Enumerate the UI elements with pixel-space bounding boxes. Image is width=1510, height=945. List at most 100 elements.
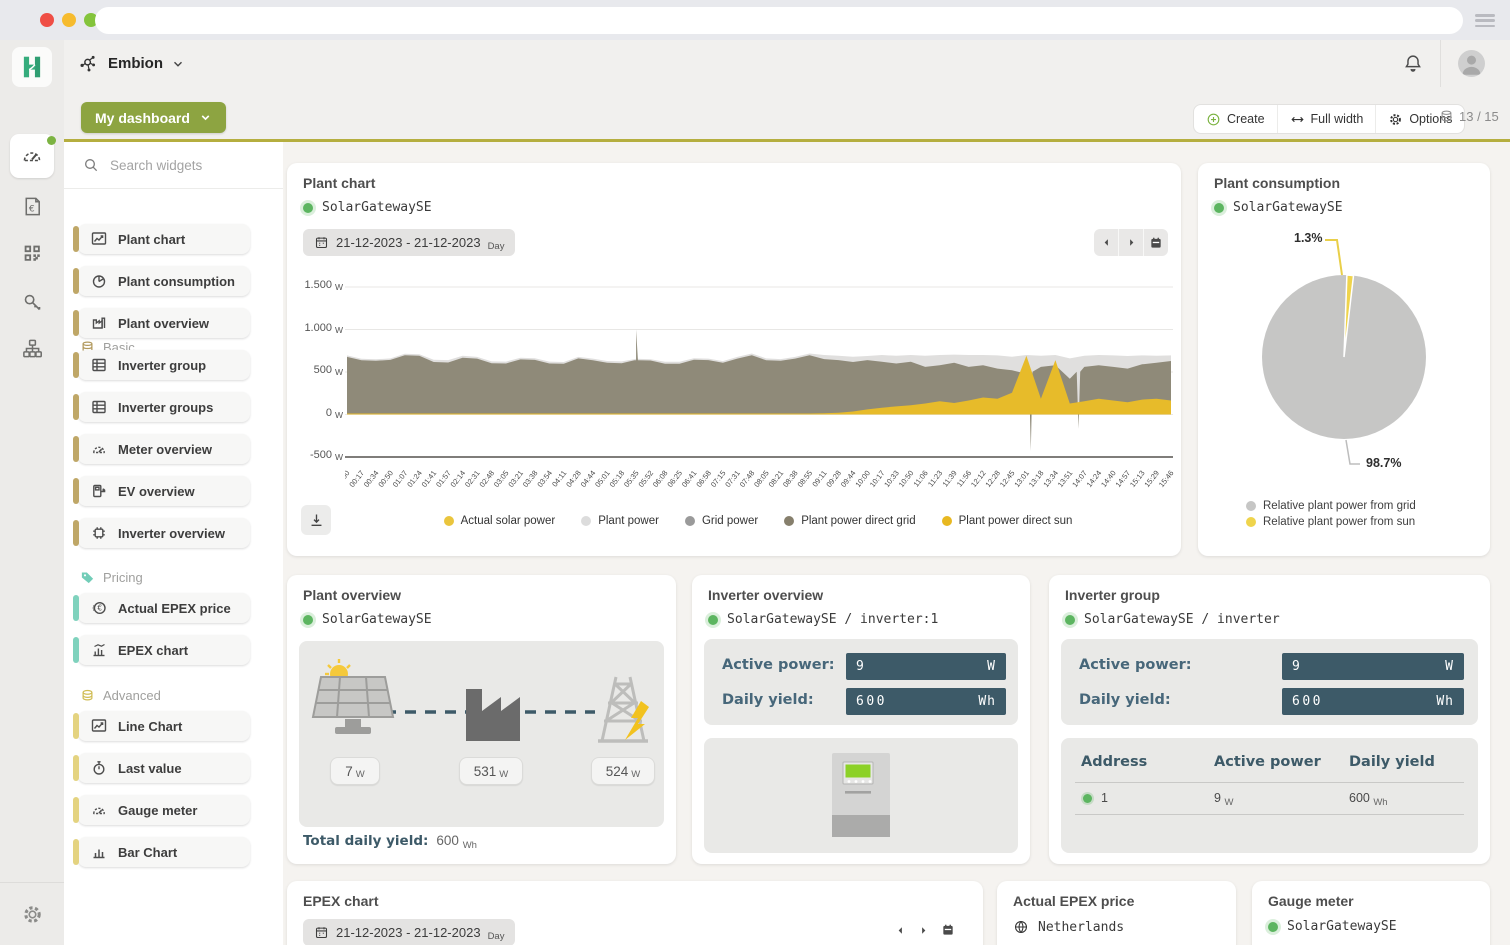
widget-title: Actual EPEX price [1013,893,1134,909]
legend-dot [942,516,952,526]
close-button[interactable] [40,13,54,27]
widget-count: 13 / 15 [1439,109,1499,124]
legend-item[interactable]: Grid power [685,515,758,527]
section-advanced: Advanced [80,688,161,703]
y-tick-label: -500W [287,449,343,461]
x-tick-label: 09:44 [839,469,858,489]
notifications-button[interactable] [1402,52,1424,74]
date-range-picker[interactable]: 21-12-2023 - 21-12-2023 Day [303,229,515,256]
today-button[interactable] [941,923,955,937]
legend-item[interactable]: Plant power [581,515,659,527]
sidebar-item-devices[interactable] [0,231,64,275]
pie-leader-grid [1346,440,1360,464]
app-logo[interactable] [12,47,52,87]
widget-title: EPEX chart [303,893,378,909]
entity-row: SolarGatewaySE [303,200,432,215]
sidebar-item-invoices[interactable]: € [0,184,64,228]
minimize-button[interactable] [62,13,76,27]
sidebar-item-settings[interactable] [0,882,64,945]
widget-plant-chart[interactable]: Plant chart SolarGatewaySE 21-12-2023 - … [287,163,1181,556]
gear-icon [21,903,44,926]
browser-url-bar[interactable] [95,7,1463,34]
widget-item-inverter-overview[interactable]: Inverter overview [78,518,250,548]
next-period-button[interactable] [1119,229,1144,256]
brand-name: Embion [108,55,163,72]
full-width-button[interactable]: Full width [1278,105,1377,133]
widget-item-line-chart[interactable]: Line Chart [78,711,250,741]
widget-item-plant-chart[interactable]: Plant chart [78,224,250,254]
widget-item-epex-chart[interactable]: EPEX chart [78,635,250,665]
org-selector[interactable]: Embion [78,40,185,87]
x-tick-label: 12:28 [983,469,1002,489]
x-tick-label: 02:48 [478,469,497,489]
widget-plant-overview[interactable]: Plant overview SolarGatewaySE [287,575,676,864]
widget-inverter-group[interactable]: Inverter group SolarGatewaySE / inverter… [1049,575,1490,864]
x-tick-label: 08:55 [796,469,815,489]
widget-item-bar-chart[interactable]: Bar Chart [78,837,250,867]
globe-icon [1013,919,1029,935]
x-tick-label: 14:24 [1085,469,1104,489]
inverter-device-icon [832,753,890,837]
today-button[interactable] [1144,229,1168,256]
bar-chart-icon [91,844,107,860]
legend-item[interactable]: Plant power direct grid [784,515,915,527]
sidebar-item-hierarchy[interactable] [0,326,64,370]
widget-item-last-value[interactable]: Last value [78,753,250,783]
sidebar-item-access-keys[interactable] [0,280,64,324]
y-tick-label: 1.000W [287,322,343,334]
widget-gauge-meter[interactable]: Gauge meter SolarGatewaySE [1252,881,1490,945]
download-button[interactable] [301,505,331,535]
person-icon [1458,50,1485,77]
header-divider [1440,40,1441,87]
y-tick-label: 500W [287,364,343,376]
widget-item-meter-overview[interactable]: Meter overview [78,434,250,464]
widget-item-actual-epex-price[interactable]: € Actual EPEX price [78,593,250,623]
x-tick-label: 03:21 [506,469,525,489]
x-tick-label: 10:00 [853,469,872,489]
widget-item-inverter-group[interactable]: Inverter group [78,350,250,380]
pie-chart-icon [91,273,107,289]
sidebar-item-dashboard[interactable] [10,134,54,178]
next-period-button[interactable] [918,925,929,936]
search-input[interactable] [108,157,262,174]
calendar-icon [314,235,329,250]
prev-period-button[interactable] [1094,229,1119,256]
widget-item-plant-consumption[interactable]: Plant consumption [78,266,250,296]
line-chart-icon [91,231,107,247]
widget-item-plant-overview[interactable]: Plant overview [78,308,250,338]
widget-actual-epex-price[interactable]: Actual EPEX price Netherlands [997,881,1236,945]
chevron-down-icon [171,57,185,71]
pie-label-sun: 1.3% [1294,231,1323,245]
x-tick-label: 04:44 [579,469,598,489]
widget-item-ev-overview[interactable]: EV overview [78,476,250,506]
widget-item-inverter-groups[interactable]: Inverter groups [78,392,250,422]
prev-period-button[interactable] [895,925,906,936]
pie-leader-sun [1325,240,1342,275]
x-tick-label: 06:41 [680,469,699,489]
entity-row: SolarGatewaySE / inverter [1065,612,1280,627]
x-tick-label: 02:14 [449,469,468,489]
legend-item: Relative plant power from sun [1246,516,1442,528]
widget-plant-consumption[interactable]: Plant consumption SolarGatewaySE 1.3% 98… [1198,163,1490,556]
line-chart-icon [91,718,107,734]
widget-title: Inverter overview [708,587,823,603]
date-range-picker[interactable]: 21-12-2023 - 21-12-2023 Day [303,919,515,945]
active-power-value: 9 W [846,653,1006,680]
dashboard-selector-button[interactable]: My dashboard [81,102,226,133]
widget-inverter-overview[interactable]: Inverter overview SolarGatewaySE / inver… [692,575,1030,864]
energy-flow-panel: 7 W 531 W 524 W [299,641,664,827]
logo-h-icon [19,54,45,80]
widget-epex-chart[interactable]: EPEX chart 21-12-2023 - 21-12-2023 Day [287,881,983,945]
x-tick-label: 00:17 [347,469,366,489]
legend-item[interactable]: Actual solar power [444,515,556,527]
x-tick-label: 04:28 [564,469,583,489]
x-tick-label: 13:18 [1027,469,1046,489]
user-avatar[interactable] [1458,50,1485,77]
legend-item[interactable]: Plant power direct sun [942,515,1073,527]
widget-item-gauge-meter[interactable]: Gauge meter [78,795,250,825]
browser-menu-icon[interactable] [1475,14,1495,27]
create-button[interactable]: Create [1194,105,1278,133]
x-tick-label: 01:41 [420,469,439,489]
ev-charger-icon [91,483,107,499]
layers-icon [1439,109,1454,124]
